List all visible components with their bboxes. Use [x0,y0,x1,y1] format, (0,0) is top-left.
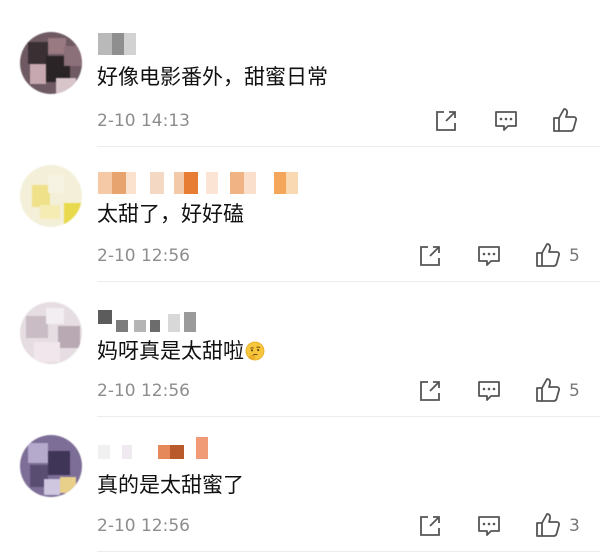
comment-icon [495,111,517,131]
comment-time: 2-10 14:13 [97,111,190,131]
like-count: 5 [569,381,580,401]
comment-time: 2-10 12:56 [97,516,190,536]
share-icon [420,516,440,536]
username-blurred[interactable] [98,172,298,194]
comment-item: 好像电影番外，甜蜜日常 2-10 14:13 [0,0,600,147]
like-button[interactable] [551,106,579,134]
comment-button[interactable] [475,242,503,270]
share-icon [420,246,440,266]
share-button[interactable] [416,512,444,540]
like-button[interactable] [534,511,562,539]
share-icon [420,381,440,401]
comment-item: 妈呀真是太甜啦 2-10 12:56 5 [0,282,600,417]
username-blurred[interactable] [98,33,138,55]
comment-text: 真的是太甜蜜了 [97,473,244,497]
like-button[interactable] [534,241,562,269]
comment-button[interactable] [475,512,503,540]
share-button[interactable] [416,377,444,405]
username-blurred[interactable] [98,310,208,332]
share-icon [436,111,456,131]
comment-text: 好像电影番外，甜蜜日常 [97,65,328,89]
share-button[interactable] [432,107,460,135]
like-icon [536,513,561,537]
avatar[interactable] [20,435,82,497]
share-button[interactable] [416,242,444,270]
like-icon [553,108,578,132]
like-icon [536,243,561,267]
like-icon [536,378,561,402]
comment-item: 太甜了，好好磕 2-10 12:56 5 [0,147,600,282]
like-count: 5 [569,246,580,266]
comment-text-content: 妈呀真是太甜啦 [97,339,244,363]
comment-text: 妈呀真是太甜啦 [97,338,265,364]
thinking-face-emoji-icon [245,341,265,361]
comment-text: 太甜了，好好磕 [97,202,244,226]
comment-button[interactable] [492,107,520,135]
comment-button[interactable] [475,377,503,405]
comment-time: 2-10 12:56 [97,246,190,266]
comment-icon [478,246,500,266]
username-blurred[interactable] [98,437,218,459]
avatar[interactable] [20,165,82,227]
comment-time: 2-10 12:56 [97,381,190,401]
comment-item: 真的是太甜蜜了 2-10 12:56 3 [0,417,600,554]
avatar[interactable] [20,302,82,364]
avatar[interactable] [20,32,82,94]
like-count: 3 [569,516,580,536]
comment-icon [478,516,500,536]
divider [97,551,600,552]
like-button[interactable] [534,376,562,404]
comment-icon [478,381,500,401]
